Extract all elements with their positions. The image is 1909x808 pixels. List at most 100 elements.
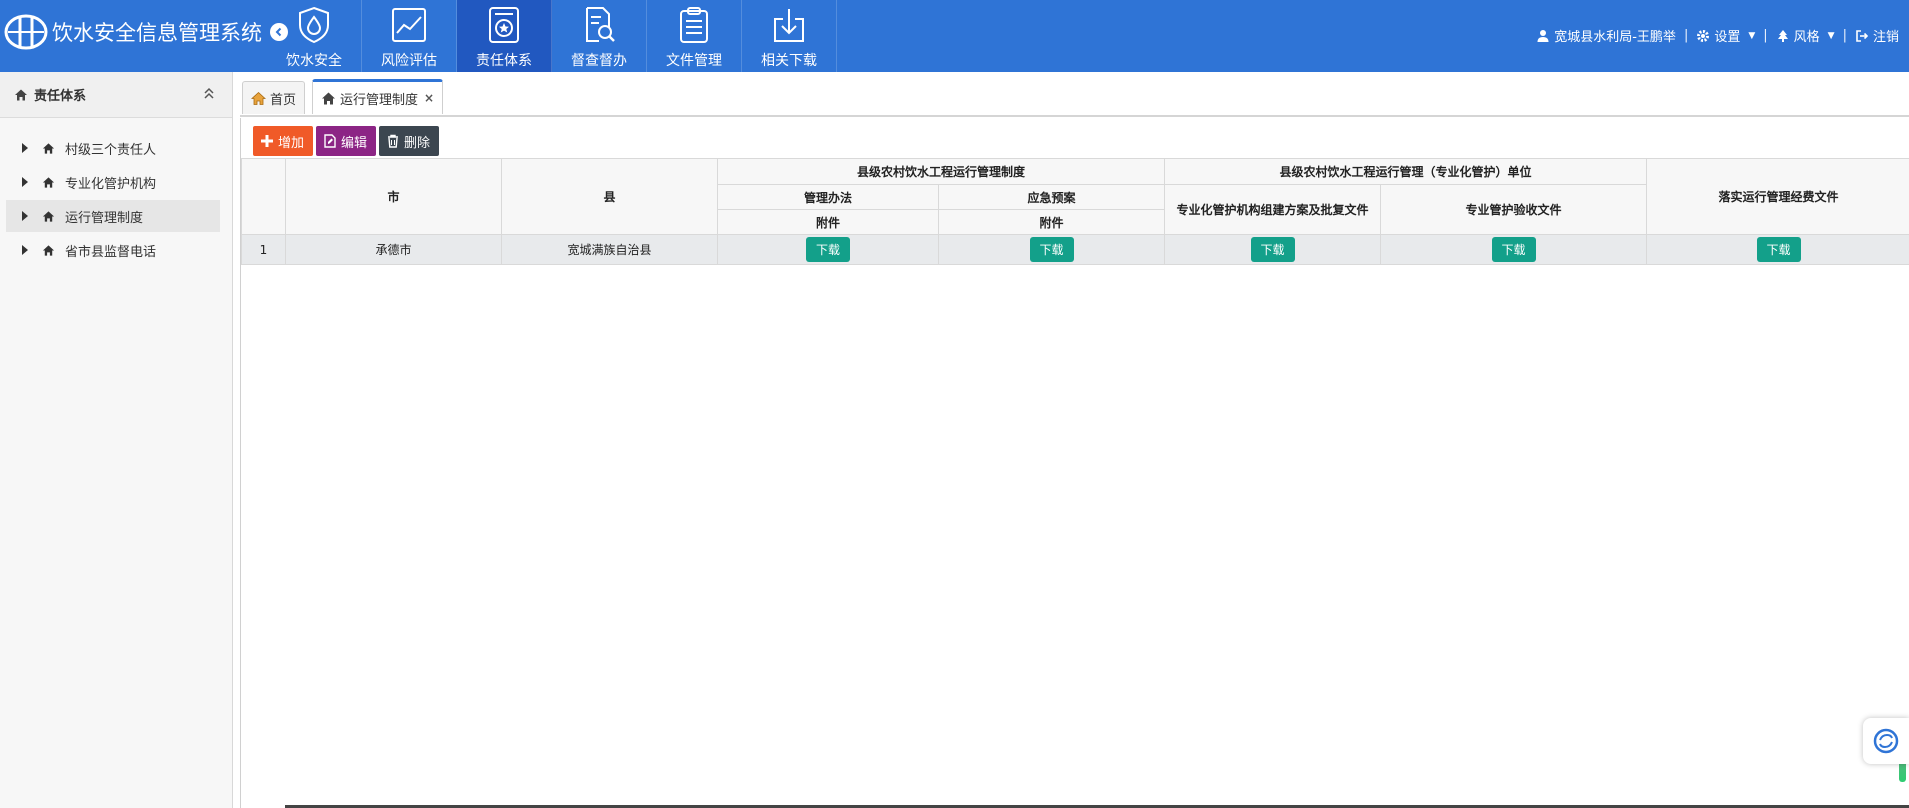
divider: | <box>1683 28 1689 43</box>
column-header-attachment: 附件 <box>717 209 939 235</box>
row-index: 1 <box>241 234 286 265</box>
logout-button[interactable]: 注销 <box>1855 26 1899 45</box>
download-button[interactable]: 下载 <box>1250 237 1295 262</box>
user-icon <box>1537 29 1549 42</box>
caret-right-icon <box>22 143 28 153</box>
nav-item-file-management[interactable]: 文件管理 <box>647 0 742 72</box>
download-button[interactable]: 下载 <box>1491 237 1536 262</box>
top-bar: 饮水安全信息管理系统 饮水安全 风险评估 责任体系 督查督办 文件管理 相关下载… <box>0 0 1909 72</box>
column-header-acceptance: 专业管护验收文件 <box>1380 184 1648 235</box>
double-chevron-up-icon[interactable] <box>202 86 216 100</box>
nav-item-supervision[interactable]: 督查督办 <box>552 0 647 72</box>
delete-button[interactable]: 删除 <box>379 126 440 156</box>
tab-label: 首页 <box>270 92 297 108</box>
sidebar-item-label: 村级三个责任人 <box>65 142 157 158</box>
sidebar-list: 村级三个责任人 专业化管护机构 运行管理制度 省市县监督电话 <box>0 118 232 266</box>
caret-right-icon <box>22 245 28 255</box>
tab-home[interactable]: 首页 <box>242 81 306 114</box>
water-drop-shield-icon <box>299 6 329 44</box>
home-icon <box>251 91 266 105</box>
column-header-funding: 落实运行管理经费文件 <box>1646 158 1909 235</box>
cell-emergency: 下载 <box>937 234 1166 265</box>
caret-right-icon <box>22 211 28 221</box>
user-menu[interactable]: 宽城县水利局-王鹏举 <box>1536 26 1676 45</box>
add-button[interactable]: 增加 <box>253 126 314 156</box>
document-search-icon <box>586 7 615 42</box>
nav-item-risk-assessment[interactable]: 风险评估 <box>362 0 457 72</box>
logout-label: 注销 <box>1872 30 1899 45</box>
cell-mgmt: 下载 <box>717 234 939 265</box>
caret-down-icon: ▼ <box>1827 30 1835 41</box>
download-button[interactable]: 下载 <box>805 237 850 262</box>
close-icon[interactable]: × <box>424 91 434 105</box>
edit-document-icon <box>324 134 336 148</box>
sidebar-title: 责任体系 <box>34 89 87 104</box>
column-header-org-plan: 专业化管护机构组建方案及批复文件 <box>1164 184 1382 235</box>
sidebar-item-village-responsible[interactable]: 村级三个责任人 <box>6 132 220 164</box>
sidebar-header: 责任体系 <box>0 72 232 118</box>
nav-label: 饮水安全 <box>286 53 342 69</box>
cell-funding: 下载 <box>1646 234 1909 265</box>
nav-item-responsibility[interactable]: 责任体系 <box>457 0 552 72</box>
home-icon <box>15 89 27 100</box>
settings-menu[interactable]: 设置 ▼ <box>1696 26 1755 45</box>
main-nav: 饮水安全 风险评估 责任体系 督查督办 文件管理 相关下载 <box>267 0 837 72</box>
main-panel: 增加 编辑 删除 市 县 县级农村饮水工程运行管理制度 县级农村饮水工程运行管理… <box>240 118 1909 808</box>
column-group-rules: 县级农村饮水工程运行管理制度 <box>716 158 1166 185</box>
download-button[interactable]: 下载 <box>1756 237 1801 262</box>
table-row[interactable]: 1 承德市 宽城满族自治县 下载 下载 下载 下载 下载 <box>241 234 1909 265</box>
sidebar-item-maintenance-org[interactable]: 专业化管护机构 <box>6 166 220 198</box>
sidebar-item-operation-rules[interactable]: 运行管理制度 <box>6 200 220 232</box>
nav-label: 相关下载 <box>761 53 817 69</box>
style-menu[interactable]: 风格 ▼ <box>1776 26 1835 45</box>
clipboard-icon <box>680 7 708 43</box>
sidebar-item-supervision-phone[interactable]: 省市县监督电话 <box>6 234 220 266</box>
plus-icon <box>261 135 273 147</box>
cell-county: 宽城满族自治县 <box>501 234 718 265</box>
sidebar-item-label: 运行管理制度 <box>65 210 144 226</box>
sidebar: 责任体系 村级三个责任人 专业化管护机构 运行管理制度 省市县监督电话 <box>0 72 233 808</box>
cell-org-plan: 下载 <box>1164 234 1382 265</box>
gear-icon <box>1697 29 1710 42</box>
home-icon <box>42 244 55 256</box>
tab-bar: 首页 运行管理制度 × <box>240 72 1909 117</box>
home-icon <box>42 210 55 222</box>
tree-icon <box>1777 29 1788 42</box>
divider: | <box>1763 28 1768 43</box>
column-header-city: 市 <box>285 158 502 235</box>
trash-icon <box>388 134 399 148</box>
assistant-float-button[interactable] <box>1863 718 1909 764</box>
edit-button[interactable]: 编辑 <box>316 126 377 156</box>
line-chart-icon <box>392 8 426 42</box>
home-icon <box>42 142 55 154</box>
user-bar: 宽城县水利局-王鹏举 | 设置 ▼ | 风格 ▼ | 注销 <box>1536 26 1899 45</box>
caret-down-icon: ▼ <box>1748 30 1756 41</box>
nav-label: 风险评估 <box>381 53 437 69</box>
nav-item-water-safety[interactable]: 饮水安全 <box>267 0 362 72</box>
data-table: 市 县 县级农村饮水工程运行管理制度 县级农村饮水工程运行管理（专业化管护）单位… <box>241 158 1909 265</box>
nav-label: 责任体系 <box>476 53 532 69</box>
column-header-emergency: 应急预案 <box>937 184 1166 210</box>
logo-icon <box>4 14 48 50</box>
sidebar-item-label: 专业化管护机构 <box>65 176 157 192</box>
column-header-county: 县 <box>501 158 718 235</box>
content-area: 首页 运行管理制度 × 增加 编辑 删除 市 县 县级农村饮水工程运行管理制度 … <box>240 72 1909 808</box>
home-icon <box>322 92 335 104</box>
add-label: 增加 <box>278 135 305 151</box>
nav-item-downloads[interactable]: 相关下载 <box>742 0 837 72</box>
column-header-attachment: 附件 <box>937 209 1166 235</box>
nav-label: 督查督办 <box>571 53 627 69</box>
tab-operation-rules[interactable]: 运行管理制度 × <box>312 79 444 114</box>
medal-badge-icon <box>489 7 519 43</box>
style-label: 风格 <box>1793 30 1820 45</box>
column-header-mgmt: 管理办法 <box>717 184 939 210</box>
edit-label: 编辑 <box>341 135 368 151</box>
nav-label: 文件管理 <box>666 53 722 69</box>
column-group-units: 县级农村饮水工程运行管理（专业化管护）单位 <box>1164 158 1648 185</box>
delete-label: 删除 <box>404 135 431 151</box>
app-title: 饮水安全信息管理系统 <box>52 21 262 45</box>
sidebar-item-label: 省市县监督电话 <box>65 244 157 260</box>
cell-acceptance: 下载 <box>1380 234 1648 265</box>
app-logo: 饮水安全信息管理系统 <box>4 12 288 52</box>
download-button[interactable]: 下载 <box>1029 237 1074 262</box>
